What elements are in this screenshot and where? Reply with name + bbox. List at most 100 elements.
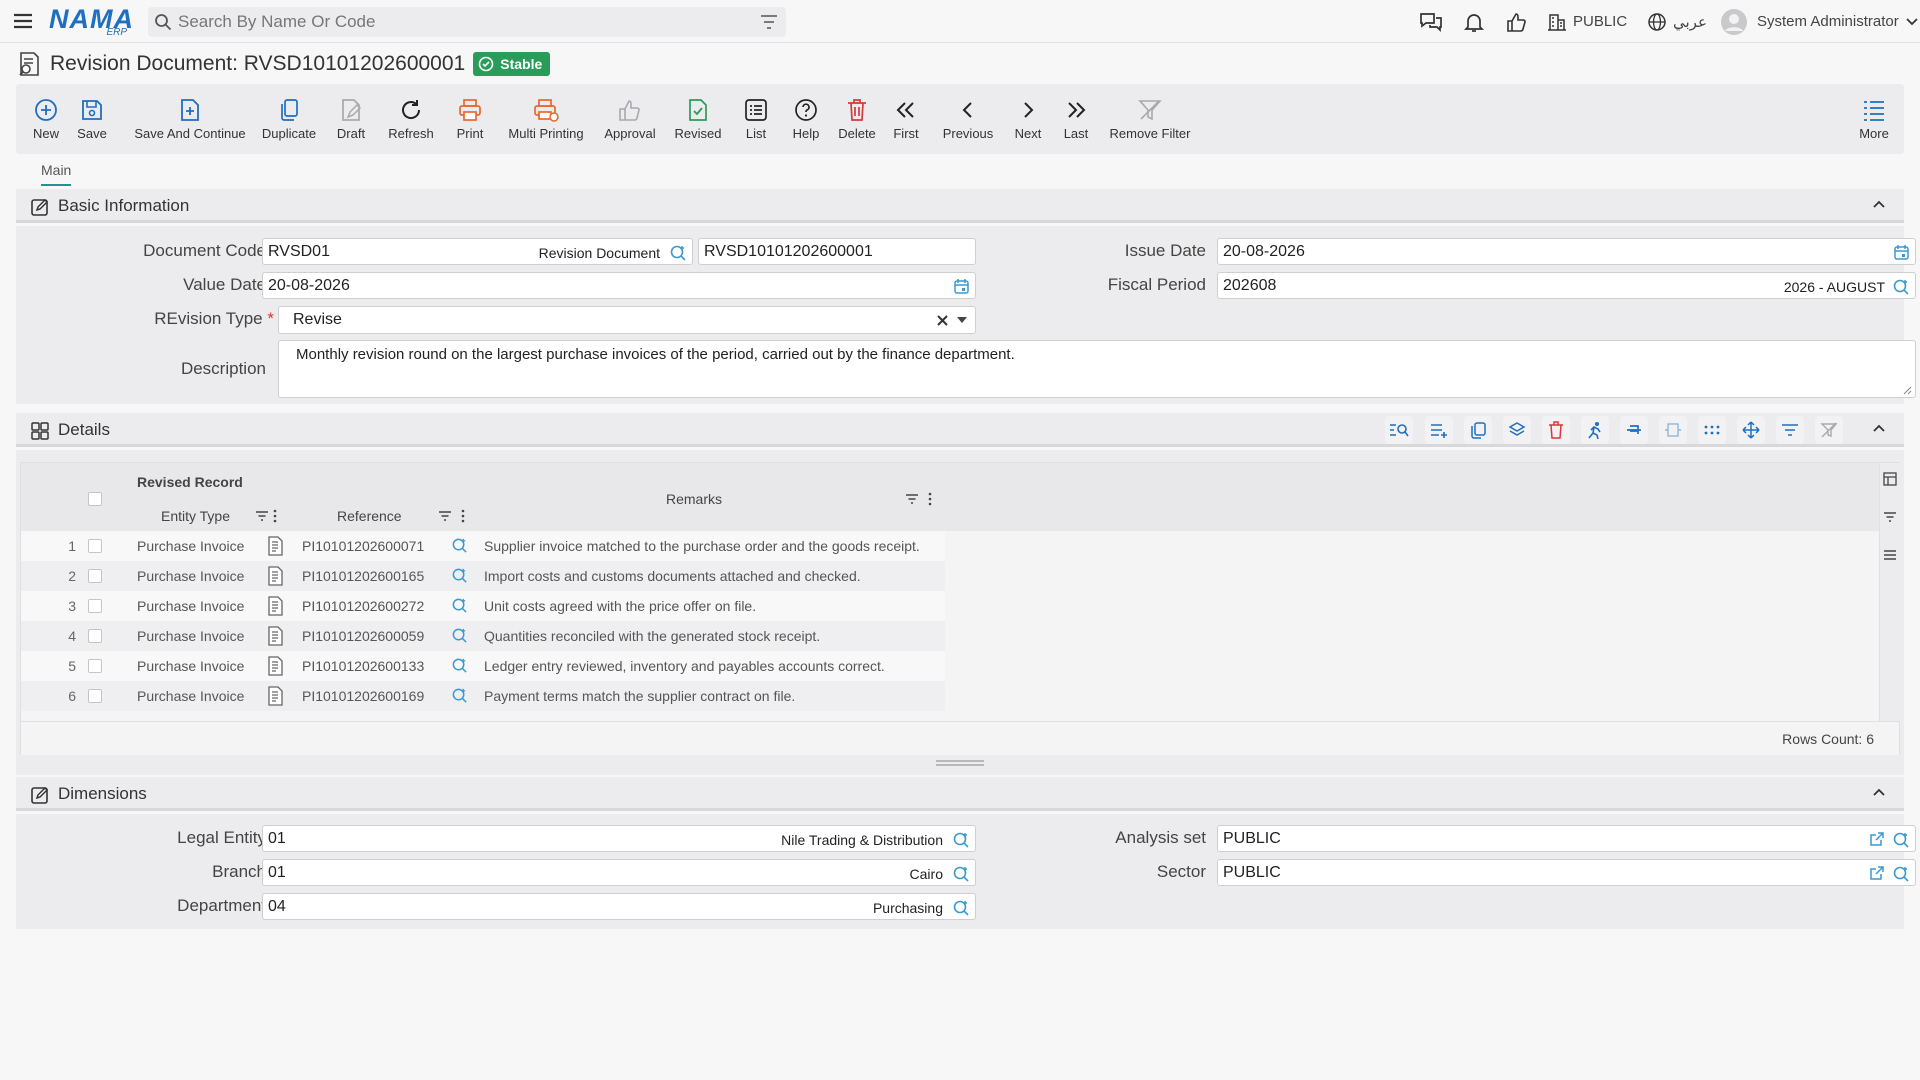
row-checkbox[interactable]	[88, 629, 102, 643]
filter-icon[interactable]	[760, 14, 778, 30]
caret-down-icon[interactable]	[957, 317, 967, 324]
dots-grid-icon[interactable]	[1698, 416, 1726, 444]
row-checkbox[interactable]	[88, 659, 102, 673]
chevron-up-icon[interactable]	[1872, 787, 1886, 797]
row-checkbox[interactable]	[88, 539, 102, 553]
revision-type-select[interactable]: Revise	[278, 306, 976, 334]
resize-handle-icon[interactable]	[1903, 386, 1912, 395]
remove-filter-button[interactable]: Remove Filter	[1092, 84, 1208, 154]
resize-grip[interactable]	[936, 760, 984, 766]
company-selector[interactable]: PUBLIC	[1547, 0, 1627, 43]
column-menu-icon[interactable]	[273, 509, 277, 523]
run-icon[interactable]	[1581, 416, 1609, 444]
next-button[interactable]: Next	[1006, 84, 1050, 154]
clear-filter-icon[interactable]	[1815, 416, 1843, 444]
open-link-icon[interactable]	[1869, 865, 1885, 881]
department-field[interactable]: 04 Purchasing	[262, 893, 976, 920]
lookup-search-icon[interactable]	[952, 831, 970, 849]
fit-columns-icon[interactable]	[1659, 416, 1687, 444]
document-icon[interactable]	[266, 686, 284, 706]
column-filter-icon[interactable]	[255, 510, 269, 522]
lookup-search-icon[interactable]	[451, 567, 468, 584]
language-selector[interactable]: عربي	[1647, 0, 1707, 43]
refresh-button[interactable]: Refresh	[380, 84, 442, 154]
duplicate-button[interactable]: Duplicate	[254, 84, 324, 154]
column-filter-icon[interactable]	[905, 493, 919, 505]
filters-panel-icon[interactable]	[1883, 511, 1897, 523]
app-logo[interactable]: NAMA ERP	[49, 5, 133, 38]
lookup-search-icon[interactable]	[1892, 865, 1910, 883]
remarks-column-header[interactable]: Remarks	[666, 491, 722, 507]
new-button[interactable]: New	[24, 84, 68, 154]
layers-icon[interactable]	[1503, 416, 1531, 444]
row-checkbox[interactable]	[88, 689, 102, 703]
like-icon[interactable]	[1505, 0, 1527, 43]
clear-icon[interactable]	[936, 314, 949, 327]
table-row[interactable]: 2 Purchase Invoice PI10101202600165 Import …	[21, 561, 945, 591]
grid-search-icon[interactable]	[1385, 416, 1413, 444]
notifications-icon[interactable]	[1463, 0, 1485, 43]
lookup-search-icon[interactable]	[1892, 831, 1910, 849]
search-input[interactable]	[178, 7, 738, 37]
row-checkbox[interactable]	[88, 569, 102, 583]
description-textarea[interactable]: Monthly revision round on the largest pu…	[278, 340, 1916, 398]
table-row[interactable]: 5 Purchase Invoice PI10101202600133 Ledger …	[21, 651, 945, 681]
table-row[interactable]: 6 Purchase Invoice PI10101202600169 Payment…	[21, 681, 945, 711]
document-icon[interactable]	[266, 656, 284, 676]
fiscal-period-field[interactable]: 202608 2026 - AUGUST	[1217, 272, 1916, 299]
column-menu-icon[interactable]	[928, 492, 932, 506]
delete-button[interactable]: Delete	[832, 84, 882, 154]
open-link-icon[interactable]	[1869, 831, 1885, 847]
chevron-up-icon[interactable]	[1872, 199, 1886, 209]
list-button[interactable]: List	[732, 84, 780, 154]
user-menu[interactable]: System Administrator	[1721, 0, 1919, 43]
row-checkbox[interactable]	[88, 599, 102, 613]
add-lines-icon[interactable]	[1425, 416, 1453, 444]
help-button[interactable]: Help	[782, 84, 830, 154]
revised-button[interactable]: Revised	[666, 84, 730, 154]
analysis-set-field[interactable]: PUBLIC	[1217, 825, 1916, 852]
grid-filter-icon[interactable]	[1776, 416, 1804, 444]
lookup-search-icon[interactable]	[451, 537, 468, 554]
previous-button[interactable]: Previous	[936, 84, 1000, 154]
select-all-checkbox[interactable]	[88, 492, 102, 506]
legal-entity-field[interactable]: 01 Nile Trading & Distribution	[262, 825, 976, 852]
lookup-search-icon[interactable]	[451, 627, 468, 644]
dimensions-header[interactable]: Dimensions	[16, 777, 1904, 811]
document-number-field[interactable]: RVSD10101202600001	[698, 238, 976, 265]
basic-information-header[interactable]: Basic Information	[16, 189, 1904, 223]
messages-icon[interactable]	[1419, 0, 1443, 43]
lookup-search-icon[interactable]	[451, 657, 468, 674]
print-button[interactable]: Print	[444, 84, 496, 154]
reference-column-header[interactable]: Reference	[337, 508, 402, 524]
calendar-icon[interactable]	[953, 278, 970, 295]
menu-icon[interactable]	[12, 10, 34, 32]
lookup-search-icon[interactable]	[669, 244, 687, 262]
sector-field[interactable]: PUBLIC	[1217, 859, 1916, 886]
column-menu-icon[interactable]	[461, 509, 465, 523]
entity-type-column-header[interactable]: Entity Type	[161, 508, 230, 524]
document-icon[interactable]	[266, 596, 284, 616]
document-code-field[interactable]: RVSD01 Revision Document	[262, 238, 693, 265]
lookup-search-icon[interactable]	[1892, 278, 1910, 296]
split-row-icon[interactable]	[1620, 416, 1648, 444]
chevron-up-icon[interactable]	[1872, 423, 1886, 433]
lookup-search-icon[interactable]	[451, 687, 468, 704]
approval-button[interactable]: Approval	[596, 84, 664, 154]
document-icon[interactable]	[266, 566, 284, 586]
draft-button[interactable]: Draft	[326, 84, 376, 154]
tab-main[interactable]: Main	[41, 162, 72, 186]
multi-printing-button[interactable]: Multi Printing	[498, 84, 594, 154]
document-icon[interactable]	[266, 626, 284, 646]
save-and-continue-button[interactable]: Save And Continue	[130, 84, 250, 154]
save-button[interactable]: Save	[70, 84, 114, 154]
branch-field[interactable]: 01 Cairo	[262, 859, 976, 886]
issue-date-field[interactable]: 20-08-2026	[1217, 238, 1916, 265]
more-button[interactable]: More	[1851, 84, 1897, 154]
column-filter-icon[interactable]	[438, 510, 452, 522]
columns-panel-icon[interactable]	[1883, 472, 1897, 486]
first-button[interactable]: First	[884, 84, 928, 154]
rows-panel-icon[interactable]	[1883, 549, 1897, 561]
delete-rows-icon[interactable]	[1542, 416, 1570, 444]
move-icon[interactable]	[1737, 416, 1765, 444]
